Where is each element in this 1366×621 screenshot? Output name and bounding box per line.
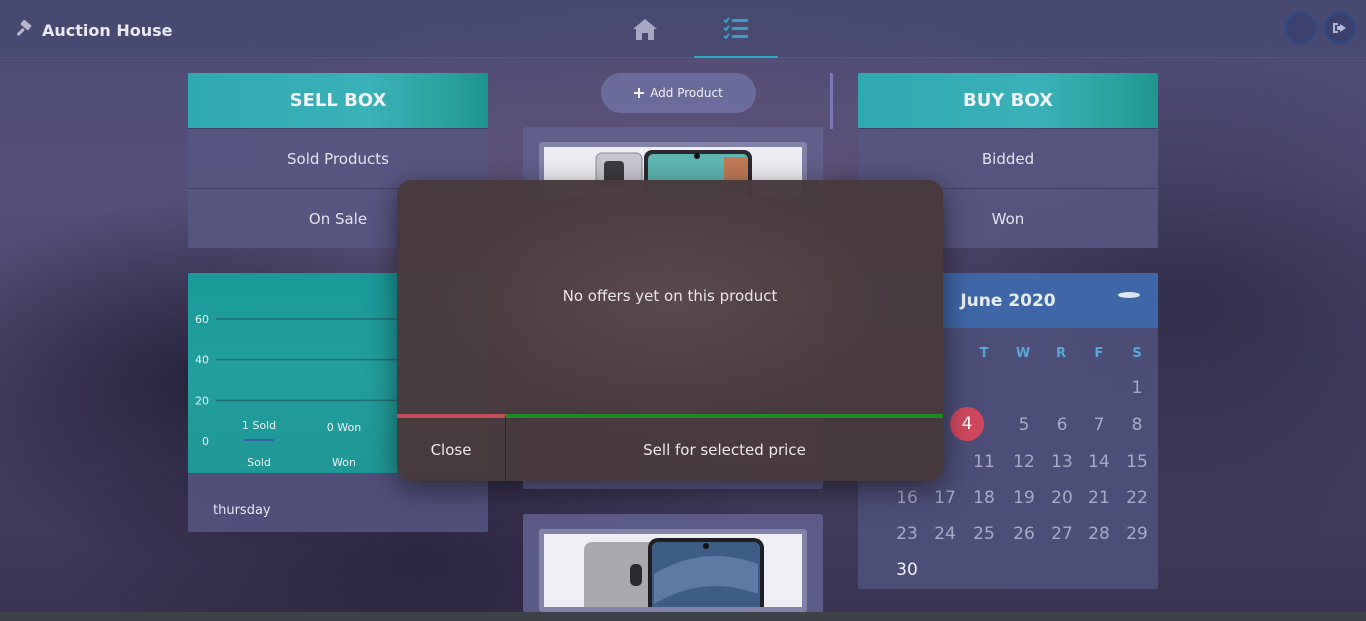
buy-box-title: BUY BOX bbox=[858, 73, 1158, 128]
nav-tasks-tab[interactable] bbox=[694, 0, 778, 58]
plus-icon bbox=[634, 88, 645, 98]
nav-home-tab[interactable] bbox=[603, 0, 687, 58]
calendar-day[interactable]: 23 bbox=[890, 524, 924, 544]
calendar-day[interactable]: 8 bbox=[1120, 415, 1154, 435]
y-tick-label: 40 bbox=[195, 354, 209, 367]
status-bar bbox=[0, 612, 1366, 621]
stats-day-label: thursday bbox=[213, 503, 271, 518]
weekday-label: F bbox=[1094, 346, 1104, 361]
calendar-day-today[interactable]: 4 bbox=[950, 407, 984, 441]
offers-modal: No offers yet on this product Close Sell… bbox=[397, 180, 943, 481]
product-card[interactable] bbox=[523, 514, 823, 612]
calendar-day[interactable]: 30 bbox=[890, 560, 924, 580]
sell-button[interactable]: Sell for selected price bbox=[506, 414, 943, 481]
phone-icon bbox=[584, 538, 764, 607]
sell-box-title: SELL BOX bbox=[188, 73, 488, 128]
home-icon bbox=[633, 19, 657, 40]
modal-footer: Close Sell for selected price bbox=[397, 414, 943, 481]
calendar-day[interactable]: 14 bbox=[1082, 452, 1116, 472]
add-product-button[interactable]: Add Product bbox=[601, 73, 756, 113]
calendar-day[interactable]: 28 bbox=[1082, 524, 1116, 544]
weekday-label: W bbox=[1015, 346, 1031, 361]
calendar-day[interactable]: 21 bbox=[1082, 488, 1116, 508]
calendar-day[interactable]: 5 bbox=[1007, 415, 1041, 435]
data-label: 1 Sold bbox=[242, 419, 276, 432]
logout-icon bbox=[1333, 23, 1346, 33]
weekday-label: S bbox=[1132, 346, 1142, 361]
calendar-day[interactable]: 6 bbox=[1045, 415, 1079, 435]
calendar-day[interactable]: 27 bbox=[1045, 524, 1079, 544]
y-tick-label: 60 bbox=[195, 313, 209, 326]
calendar-day[interactable]: 22 bbox=[1120, 488, 1154, 508]
brand[interactable]: Auction House bbox=[14, 18, 173, 42]
app-title: Auction House bbox=[42, 20, 173, 40]
scrollbar[interactable] bbox=[830, 73, 833, 129]
calendar-day[interactable]: 20 bbox=[1045, 488, 1079, 508]
close-button[interactable]: Close bbox=[397, 414, 506, 481]
calendar-day[interactable]: 16 bbox=[890, 488, 924, 508]
bar bbox=[244, 438, 274, 441]
calendar-day[interactable]: 15 bbox=[1120, 452, 1154, 472]
x-tick-label: Won bbox=[332, 456, 356, 469]
calendar-day[interactable]: 24 bbox=[928, 524, 962, 544]
data-label: 0 Won bbox=[327, 421, 361, 434]
product-image bbox=[539, 529, 807, 612]
weekday-label: T bbox=[979, 346, 989, 361]
calendar-day[interactable]: 19 bbox=[1007, 488, 1041, 508]
gavel-icon bbox=[16, 20, 32, 36]
profile-button[interactable] bbox=[1285, 12, 1317, 44]
modal-message: No offers yet on this product bbox=[562, 286, 778, 305]
modal-body: No offers yet on this product bbox=[397, 180, 943, 414]
sold-products-item[interactable]: Sold Products bbox=[188, 128, 488, 188]
calendar-day[interactable]: 12 bbox=[1007, 452, 1041, 472]
x-tick-label: Sold bbox=[247, 456, 271, 469]
add-product-label: Add Product bbox=[650, 86, 723, 100]
calendar-day[interactable]: 25 bbox=[967, 524, 1001, 544]
calendar-title: June 2020 bbox=[960, 290, 1056, 311]
y-tick-label: 0 bbox=[202, 435, 209, 448]
calendar-day[interactable]: 17 bbox=[928, 488, 962, 508]
calendar-day[interactable]: 29 bbox=[1120, 524, 1154, 544]
calendar-day[interactable]: 13 bbox=[1045, 452, 1079, 472]
bidded-item[interactable]: Bidded bbox=[858, 128, 1158, 188]
logout-button[interactable] bbox=[1324, 12, 1356, 44]
calendar-day[interactable]: 1 bbox=[1120, 378, 1154, 398]
y-tick-label: 20 bbox=[195, 394, 209, 407]
calendar-day[interactable]: 18 bbox=[967, 488, 1001, 508]
calendar-day[interactable]: 7 bbox=[1082, 415, 1116, 435]
calendar-day[interactable]: 26 bbox=[1007, 524, 1041, 544]
weekday-label: R bbox=[1055, 346, 1066, 361]
calendar-toggle[interactable] bbox=[1118, 292, 1140, 298]
checklist-icon bbox=[723, 17, 748, 39]
top-bar: Auction House bbox=[0, 0, 1366, 58]
calendar-day[interactable]: 11 bbox=[967, 452, 1001, 472]
